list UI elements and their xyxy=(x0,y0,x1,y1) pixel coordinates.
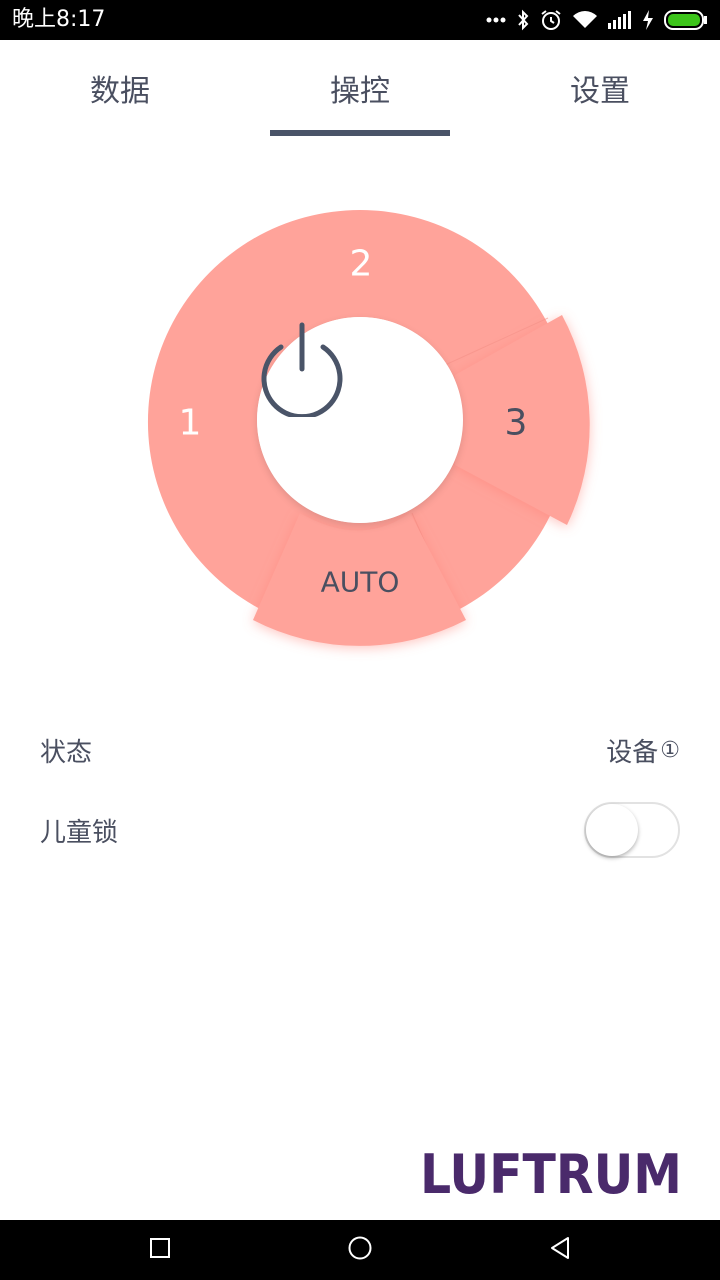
power-button[interactable] xyxy=(257,317,463,523)
status-bar: 晚上8:17 xyxy=(0,0,720,40)
alarm-icon xyxy=(540,0,562,40)
home-icon xyxy=(347,1235,373,1265)
status-value-suffix: ① xyxy=(660,737,680,763)
status-value-text: 设备 xyxy=(606,737,659,768)
dial-segment-3[interactable]: 3 xyxy=(505,403,528,444)
status-icons xyxy=(486,0,708,40)
dial-segment-1[interactable]: 1 xyxy=(179,403,202,444)
more-dots-icon xyxy=(486,0,506,40)
tab-settings[interactable]: 设置 xyxy=(480,40,720,136)
child-lock-row: 儿童锁 xyxy=(40,800,680,860)
dial-segment-2[interactable]: 2 xyxy=(350,244,373,285)
home-button[interactable] xyxy=(320,1220,400,1280)
back-button[interactable] xyxy=(520,1220,600,1280)
recent-apps-button[interactable] xyxy=(120,1220,200,1280)
status-label: 状态 xyxy=(40,737,93,768)
tab-bar: 数据 操控 设置 xyxy=(0,40,720,140)
system-nav-bar xyxy=(0,1220,720,1280)
status-row: 状态 设备 ① xyxy=(40,720,680,780)
charging-icon xyxy=(642,0,654,40)
status-time: 晚上8:17 xyxy=(12,7,106,32)
tab-control[interactable]: 操控 xyxy=(240,40,480,136)
signal-icon xyxy=(608,0,632,40)
logo-text: LUFTRUM xyxy=(420,1148,682,1200)
fan-speed-dial: 2 1 3 AUTO xyxy=(0,180,720,700)
dial-segment-auto[interactable]: AUTO xyxy=(321,566,400,599)
wifi-icon xyxy=(572,0,598,40)
app-screen: 晚上8:17 数据 操控 设置 2 1 3 AUTO 状态 设备 ① 儿童锁 L… xyxy=(0,0,720,1280)
luftrum-logo: LUFTRUM xyxy=(420,1143,684,1206)
active-tab-indicator xyxy=(270,130,450,136)
recent-apps-icon xyxy=(149,1237,171,1263)
child-lock-toggle[interactable] xyxy=(584,802,680,858)
bluetooth-icon xyxy=(516,0,530,40)
back-icon xyxy=(549,1236,571,1264)
tab-data[interactable]: 数据 xyxy=(0,40,240,136)
battery-icon xyxy=(664,0,708,40)
toggle-knob xyxy=(586,804,638,856)
status-value: 设备 ① xyxy=(606,732,680,769)
child-lock-label: 儿童锁 xyxy=(40,817,119,848)
